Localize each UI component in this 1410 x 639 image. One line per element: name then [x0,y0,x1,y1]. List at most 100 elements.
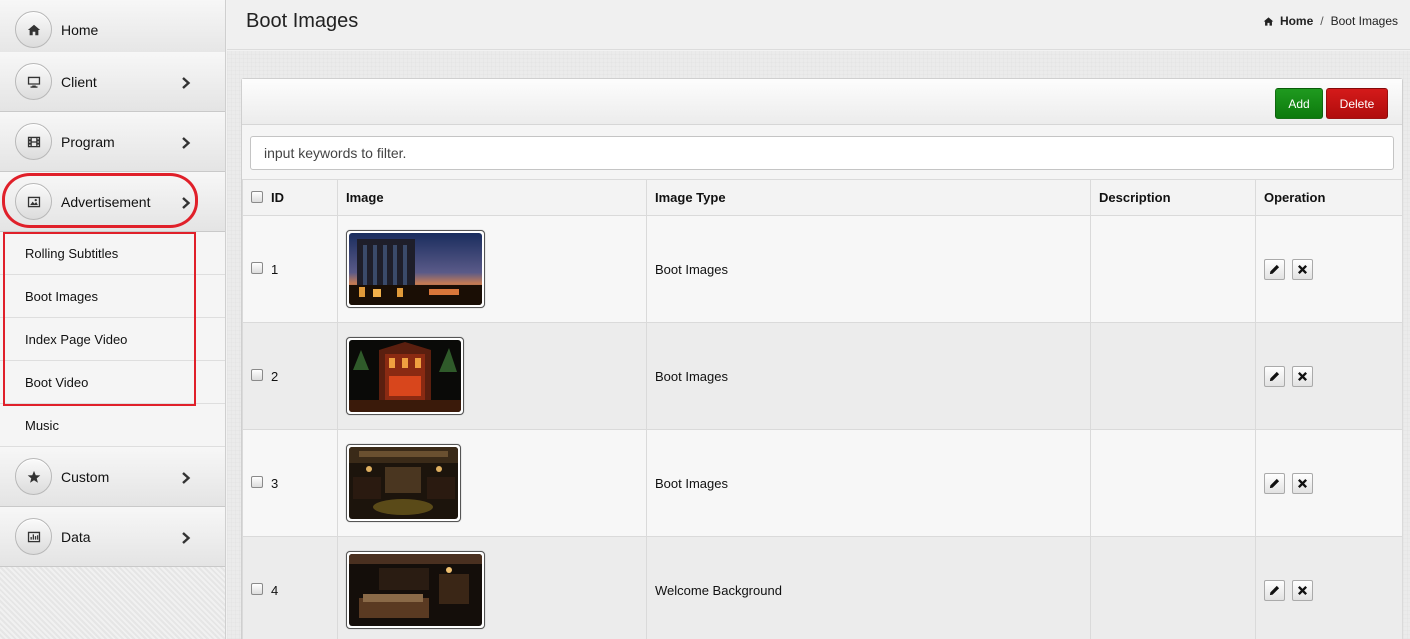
chevron-right-icon [181,531,191,544]
sidebar-item-program[interactable]: Program [0,112,225,172]
row-id: 1 [271,261,279,277]
row-checkbox[interactable] [251,476,263,489]
edit-button[interactable] [1264,258,1285,280]
description-cell [1090,429,1256,537]
edit-button[interactable] [1264,365,1285,387]
pencil-icon [1269,371,1280,381]
image-cell [337,429,647,537]
sidebar-item-label: Client [61,73,97,90]
home-icon [15,11,52,48]
table-row: 3 Boot Images [242,429,1403,537]
boot-images-panel: Add Delete ID Image Image Type Descripti… [241,78,1403,639]
operation-cell [1255,322,1403,430]
boot-images-table: ID Image Image Type Description Operatio… [242,179,1403,639]
id-cell: 2 [242,322,338,430]
description-cell [1090,322,1256,430]
column-header-operation: Operation [1255,179,1403,216]
sidebar-item-label: Custom [61,468,110,485]
remove-button[interactable] [1291,472,1313,494]
description-cell [1090,215,1256,323]
column-header-description: Description [1090,179,1256,216]
chevron-right-icon [181,471,191,484]
edit-button[interactable] [1264,472,1285,494]
image-cell [337,536,647,639]
filter-input[interactable] [250,136,1394,170]
submenu-item-music[interactable]: Music [0,404,225,447]
image-thumbnail[interactable] [346,551,485,629]
sidebar-item-client[interactable]: Client [0,52,225,112]
sidebar-item-custom[interactable]: Custom [0,447,225,507]
sidebar-item-data[interactable]: Data [0,507,225,567]
row-id: 2 [271,368,279,384]
sidebar-item-label: Program [61,133,115,150]
breadcrumb-home-link[interactable]: Home [1280,14,1313,28]
image-type-cell: Welcome Background [646,536,1091,639]
row-id: 4 [271,582,279,598]
close-icon [1297,478,1307,488]
pencil-icon [1269,478,1280,488]
sidebar-item-label: Home [61,21,99,38]
edit-button[interactable] [1264,579,1285,601]
id-cell: 4 [242,536,338,639]
chevron-right-icon [181,76,191,89]
column-header-image: Image [337,179,647,216]
breadcrumb-separator: / [1320,14,1324,28]
submenu-item-rolling-subtitles[interactable]: Rolling Subtitles [0,232,225,275]
image-thumbnail[interactable] [346,337,464,415]
column-header-id: ID [242,179,338,216]
monitor-icon [15,63,52,100]
sidebar-item-label: Data [61,528,91,545]
remove-button[interactable] [1291,579,1313,601]
table-header-row: ID Image Image Type Description Operatio… [242,179,1403,216]
image-type-cell: Boot Images [646,215,1091,323]
remove-button[interactable] [1291,365,1313,387]
page-title: Boot Images [246,10,359,32]
remove-button[interactable] [1291,258,1313,280]
close-icon [1297,264,1307,274]
pencil-icon [1269,264,1280,274]
home-icon [1263,16,1274,27]
submenu-item-index-page-video[interactable]: Index Page Video [0,318,225,361]
sidebar: Home Client Program Advertisement Rollin… [0,0,226,639]
image-thumbnail[interactable] [346,230,485,308]
image-thumbnail[interactable] [346,444,461,522]
row-checkbox[interactable] [251,262,263,275]
sidebar-item-advertisement[interactable]: Advertisement [0,172,225,232]
column-label: ID [271,190,284,205]
breadcrumb: Home / Boot Images [1263,14,1398,28]
id-cell: 1 [242,215,338,323]
image-cell [337,322,647,430]
row-id: 3 [271,475,279,491]
submenu-item-boot-video[interactable]: Boot Video [0,361,225,404]
star-icon [15,458,52,495]
pencil-icon [1269,585,1280,595]
row-checkbox[interactable] [251,583,263,596]
id-cell: 3 [242,429,338,537]
add-button[interactable]: Add [1275,88,1323,119]
table-row: 2 Boot Images [242,322,1403,430]
breadcrumb-current: Boot Images [1330,14,1398,28]
description-cell [1090,536,1256,639]
submenu-item-boot-images[interactable]: Boot Images [0,275,225,318]
close-icon [1297,371,1307,381]
panel-toolbar: Add Delete [242,79,1402,125]
image-cell [337,215,647,323]
bar-chart-icon [15,518,52,555]
page-header: Boot Images Home / Boot Images [227,0,1410,50]
film-icon [15,123,52,160]
table-row: 1 Boot Images [242,215,1403,323]
delete-button[interactable]: Delete [1326,88,1388,119]
operation-cell [1255,429,1403,537]
chevron-right-icon [181,196,191,209]
operation-cell [1255,536,1403,639]
image-icon [15,183,52,220]
table-row: 4 Welcome Background [242,536,1403,639]
sidebar-item-home[interactable]: Home [0,0,225,60]
sidebar-item-label: Advertisement [61,193,151,210]
image-type-cell: Boot Images [646,322,1091,430]
operation-cell [1255,215,1403,323]
select-all-checkbox[interactable] [251,190,263,203]
chevron-right-icon [181,136,191,149]
row-checkbox[interactable] [251,369,263,382]
close-icon [1297,585,1307,595]
